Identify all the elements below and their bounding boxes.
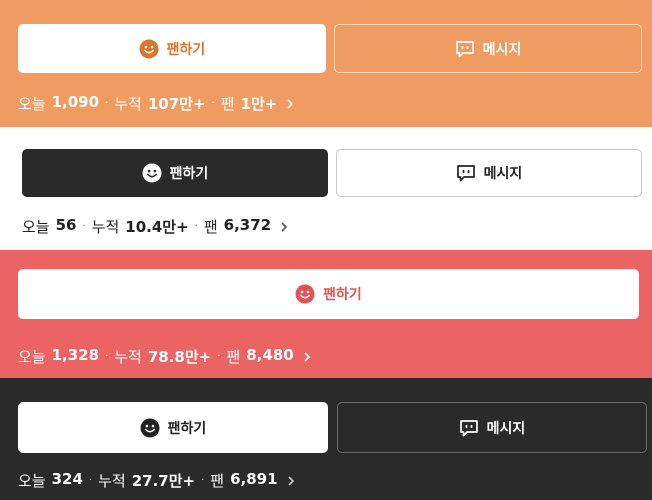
message-button-label: 메시지 — [482, 41, 522, 58]
chevron-right-icon[interactable] — [286, 475, 296, 487]
separator-dot: · — [105, 98, 109, 109]
today-value: 1,090 — [51, 93, 100, 111]
fan-count-value: 1만+ — [240, 95, 278, 113]
stats-link[interactable]: 오늘 56 · 누적 10.4만+ · 팬 6,372 — [22, 216, 289, 237]
chevron-right-icon[interactable] — [285, 98, 295, 110]
stats-link[interactable]: 오늘 324 · 누적 27.7만+ · 팬 6,891 — [18, 470, 296, 491]
today-value: 324 — [51, 470, 83, 488]
chat-bubble-icon — [459, 418, 479, 438]
message-button-label: 메시지 — [486, 420, 526, 437]
fan-button-label: 팬하기 — [167, 420, 207, 437]
fan-count-value: 6,372 — [223, 216, 272, 234]
message-button[interactable]: 메시지 — [336, 149, 642, 197]
fan-button-label: 팬하기 — [166, 41, 206, 58]
chevron-right-icon[interactable] — [279, 221, 289, 233]
fan-button[interactable]: 팬하기 — [18, 24, 326, 73]
separator-dot: · — [88, 475, 93, 486]
separator-dot: · — [82, 221, 86, 232]
fan-button[interactable]: 팬하기 — [18, 402, 328, 453]
today-label: 오늘 — [22, 218, 50, 236]
message-button[interactable]: 메시지 — [337, 402, 647, 453]
total-value: 78.8만+ — [147, 348, 212, 366]
fan-count-label: 팬 — [203, 218, 218, 236]
chat-bubble-icon — [455, 39, 475, 59]
fan-button[interactable]: 팬하기 — [22, 149, 328, 197]
fan-count-label: 팬 — [220, 95, 235, 113]
stats-link[interactable]: 오늘 1,090 · 누적 107만+ · 팬 1만+ — [18, 93, 295, 114]
today-label: 오늘 — [18, 348, 46, 366]
creator-card-red: 팬하기 오늘 1,328 · 누적 78.8만+ · 팬 8,480 — [0, 250, 652, 378]
total-value: 27.7만+ — [131, 472, 196, 490]
creator-card-white: 팬하기 메시지 오늘 56 · 누적 10.4만+ · 팬 6,372 — [0, 127, 652, 250]
fan-button-label: 팬하기 — [323, 287, 362, 303]
fan-count-value: 8,480 — [246, 346, 294, 364]
message-button[interactable]: 메시지 — [334, 24, 642, 73]
total-value: 10.4만+ — [125, 218, 189, 236]
creator-card-dark: 팬하기 메시지 오늘 324 · 누적 27.7만+ · 팬 6,891 — [0, 378, 652, 500]
fan-button-label: 팬하기 — [169, 166, 209, 182]
message-button-label: 메시지 — [483, 166, 523, 182]
creator-card-orange: 팬하기 메시지 오늘 1,090 · 누적 107만+ · 팬 1만+ — [0, 0, 652, 127]
smiley-icon — [140, 418, 160, 438]
total-label: 누적 — [91, 218, 120, 236]
fan-count-label: 팬 — [210, 472, 225, 490]
separator-dot: · — [201, 475, 205, 486]
today-value: 56 — [55, 216, 77, 234]
separator-dot: · — [211, 98, 215, 109]
fan-button[interactable]: 팬하기 — [18, 269, 639, 319]
separator-dot: · — [105, 351, 109, 362]
separator-dot: · — [217, 351, 221, 362]
total-value: 107만+ — [147, 95, 206, 113]
smiley-icon — [139, 39, 159, 59]
stats-link[interactable]: 오늘 1,328 · 누적 78.8만+ · 팬 8,480 — [18, 346, 312, 367]
total-label: 누적 — [114, 95, 142, 113]
separator-dot: · — [194, 221, 198, 232]
chevron-right-icon[interactable] — [302, 351, 312, 363]
today-label: 오늘 — [18, 472, 46, 490]
smiley-icon — [295, 284, 315, 304]
today-label: 오늘 — [18, 95, 46, 113]
fan-count-label: 팬 — [226, 348, 241, 366]
smiley-icon — [142, 163, 162, 183]
fan-count-value: 6,891 — [230, 470, 278, 488]
total-label: 누적 — [98, 472, 126, 490]
today-value: 1,328 — [51, 346, 100, 364]
chat-bubble-icon — [456, 163, 476, 183]
total-label: 누적 — [114, 348, 142, 366]
